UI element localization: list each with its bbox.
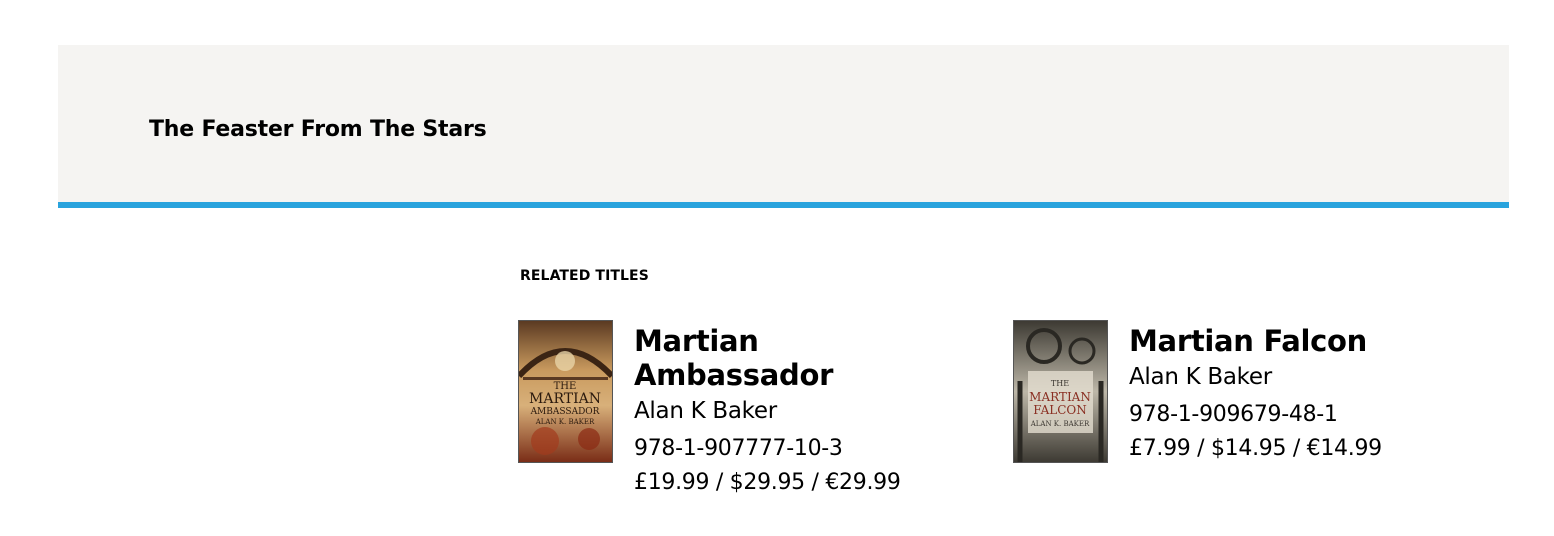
cover-title-line: FALCON [1033,403,1086,417]
book-price: £19.99 / $29.95 / €29.99 [634,470,901,495]
cover-title-line: MARTIAN [529,391,601,407]
page-title: The Feaster From The Stars [149,117,487,142]
related-titles-heading: RELATED TITLES [520,268,649,284]
book-info: Martian Ambassador Alan K Baker 978-1-90… [634,320,901,497]
book-info: Martian Falcon Alan K Baker 978-1-909679… [1129,320,1382,463]
book-cover-image[interactable]: THE MARTIAN AMBASSADOR ALAN K. BAKER [518,320,613,463]
book-title-link[interactable]: Martian Falcon [1129,324,1382,358]
book-price: £7.99 / $14.95 / €14.99 [1129,436,1382,461]
book-title-link[interactable]: Martian Ambassador [634,324,894,392]
book-cover-image[interactable]: THE MARTIAN FALCON ALAN K. BAKER [1013,320,1108,463]
cover-author: ALAN K. BAKER [535,418,595,426]
book-isbn: 978-1-909679-48-1 [1129,402,1338,427]
book-isbn: 978-1-907777-10-3 [634,436,843,461]
book-author: Alan K Baker [634,398,777,424]
cover-author: ALAN K. BAKER [1030,420,1090,428]
related-book-card[interactable]: THE MARTIAN FALCON ALAN K. BAKER Martian… [1013,320,1473,463]
cover-title-line: AMBASSADOR [530,407,600,417]
book-author: Alan K Baker [1129,364,1272,390]
related-book-card[interactable]: THE MARTIAN AMBASSADOR ALAN K. BAKER Mar… [518,320,948,497]
cover-title-line: MARTIAN [1029,390,1091,404]
cover-title-line: THE [1051,379,1069,388]
page-header-banner: The Feaster From The Stars [58,45,1509,208]
